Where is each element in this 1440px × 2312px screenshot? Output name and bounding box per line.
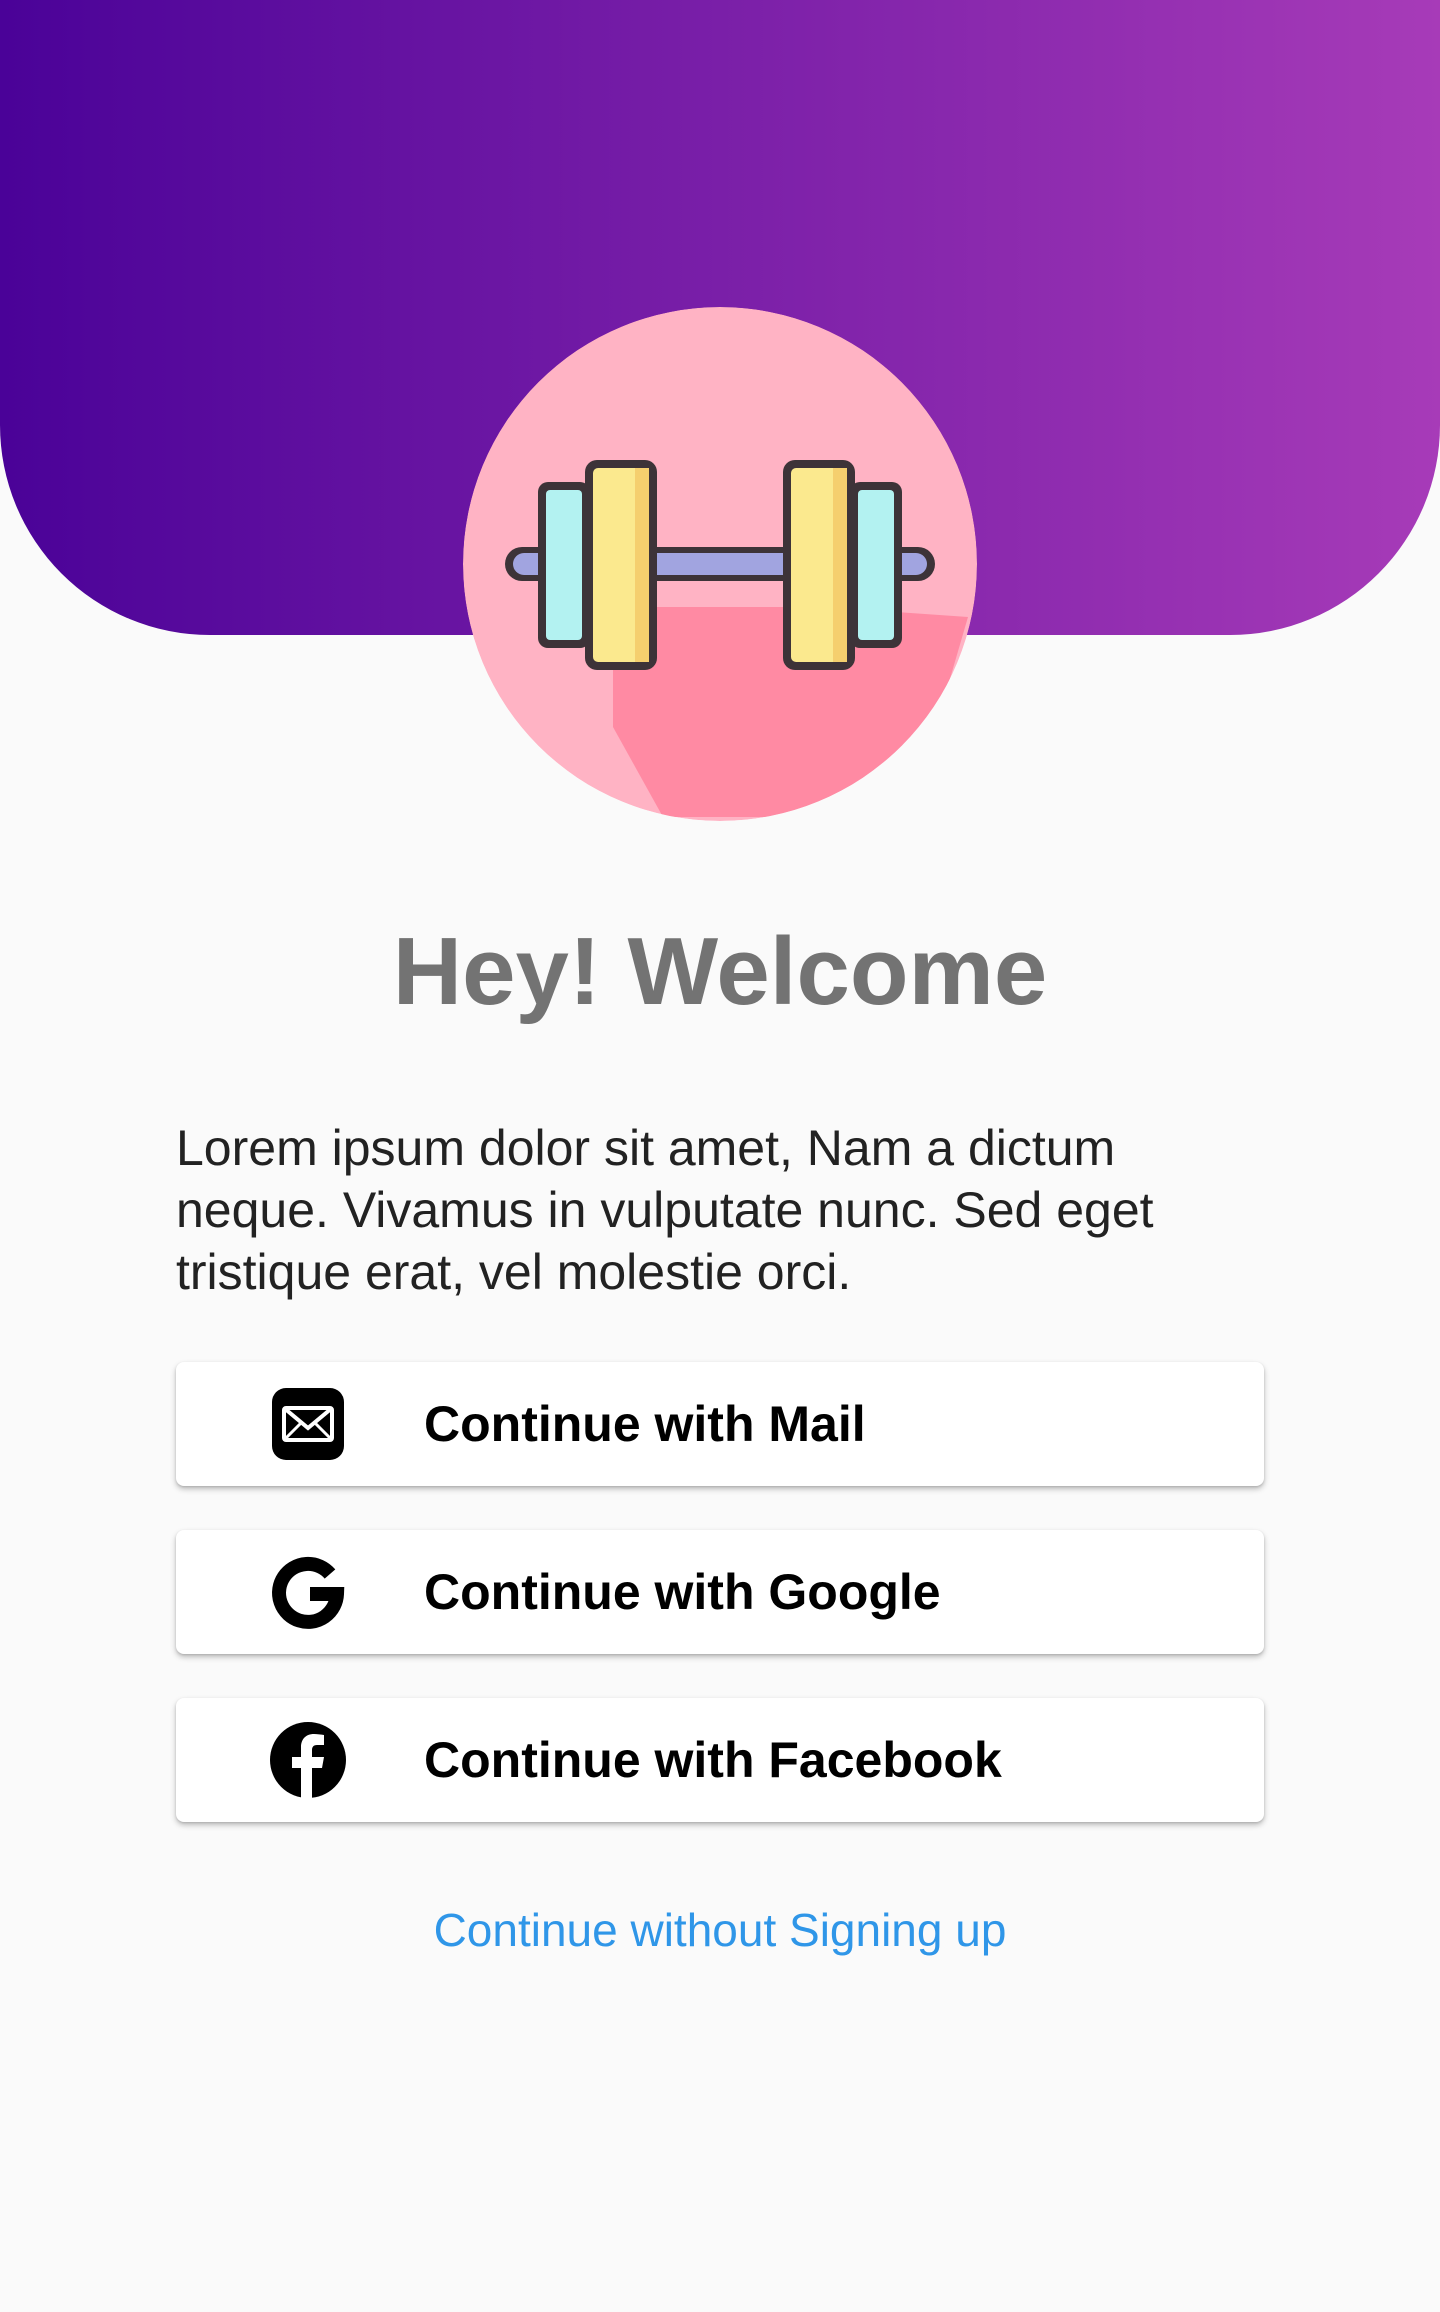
continue-with-google-label: Continue with Google: [424, 1564, 941, 1620]
facebook-icon: [268, 1720, 348, 1800]
continue-with-facebook-button[interactable]: Continue with Facebook: [176, 1698, 1264, 1822]
continue-without-signing-up-link[interactable]: Continue without Signing up: [0, 1898, 1440, 1962]
continue-with-google-button[interactable]: Continue with Google: [176, 1530, 1264, 1654]
continue-without-signing-up-label[interactable]: Continue without Signing up: [434, 1904, 1007, 1956]
welcome-description: Lorem ipsum dolor sit amet, Nam a dictum…: [176, 1120, 1154, 1300]
continue-with-mail-label: Continue with Mail: [424, 1396, 866, 1452]
welcome-title: Hey! Welcome: [392, 918, 1048, 1025]
continue-with-mail-button[interactable]: Continue with Mail: [176, 1362, 1264, 1486]
dumbbell-icon: [463, 307, 977, 821]
continue-with-facebook-label: Continue with Facebook: [424, 1732, 1002, 1788]
google-icon: [268, 1552, 348, 1632]
mail-icon: [268, 1384, 348, 1464]
